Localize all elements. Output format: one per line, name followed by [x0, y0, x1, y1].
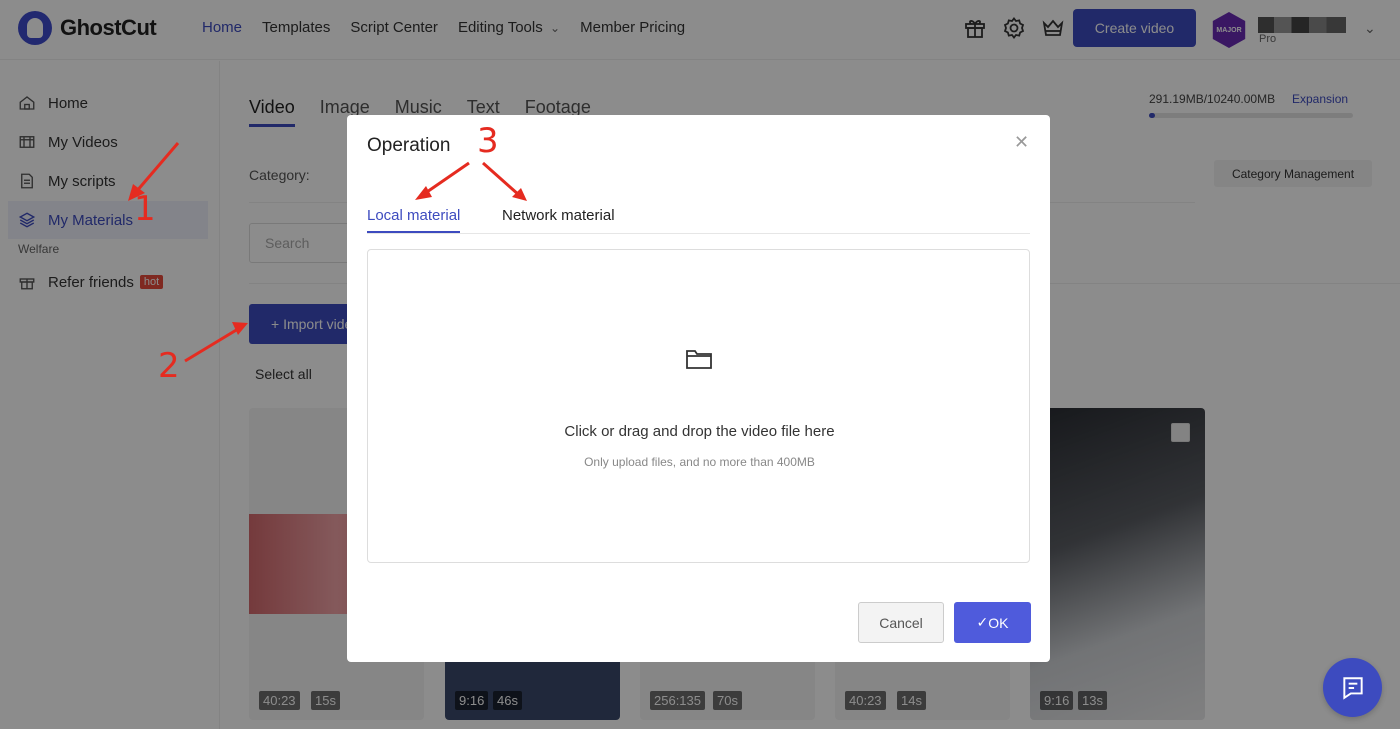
annotation-step-3: 3	[477, 121, 499, 161]
ok-label: OK	[988, 614, 1009, 631]
dialog-title: Operation	[367, 135, 451, 156]
dropzone-instruction: Click or drag and drop the video file he…	[564, 423, 835, 440]
upload-dropzone[interactable]: Click or drag and drop the video file he…	[367, 249, 1030, 563]
folder-icon	[686, 350, 712, 369]
operation-dialog: Operation ✕ Local material Network mater…	[347, 115, 1050, 662]
annotation-step-2: 2	[158, 346, 180, 386]
cancel-button[interactable]: Cancel	[858, 602, 944, 643]
feedback-icon	[1342, 676, 1363, 700]
tab-underline-divider	[367, 233, 1030, 234]
dropzone-hint: Only upload files, and no more than 400M…	[584, 455, 815, 469]
tab-network-material[interactable]: Network material	[502, 207, 615, 224]
ok-button[interactable]: ✓ OK	[954, 602, 1031, 643]
annotation-step-1: 1	[134, 189, 156, 229]
tab-local-material[interactable]: Local material	[367, 207, 461, 233]
check-icon: ✓	[976, 614, 989, 630]
close-icon[interactable]: ✕	[1014, 132, 1029, 153]
feedback-button[interactable]	[1323, 658, 1382, 717]
